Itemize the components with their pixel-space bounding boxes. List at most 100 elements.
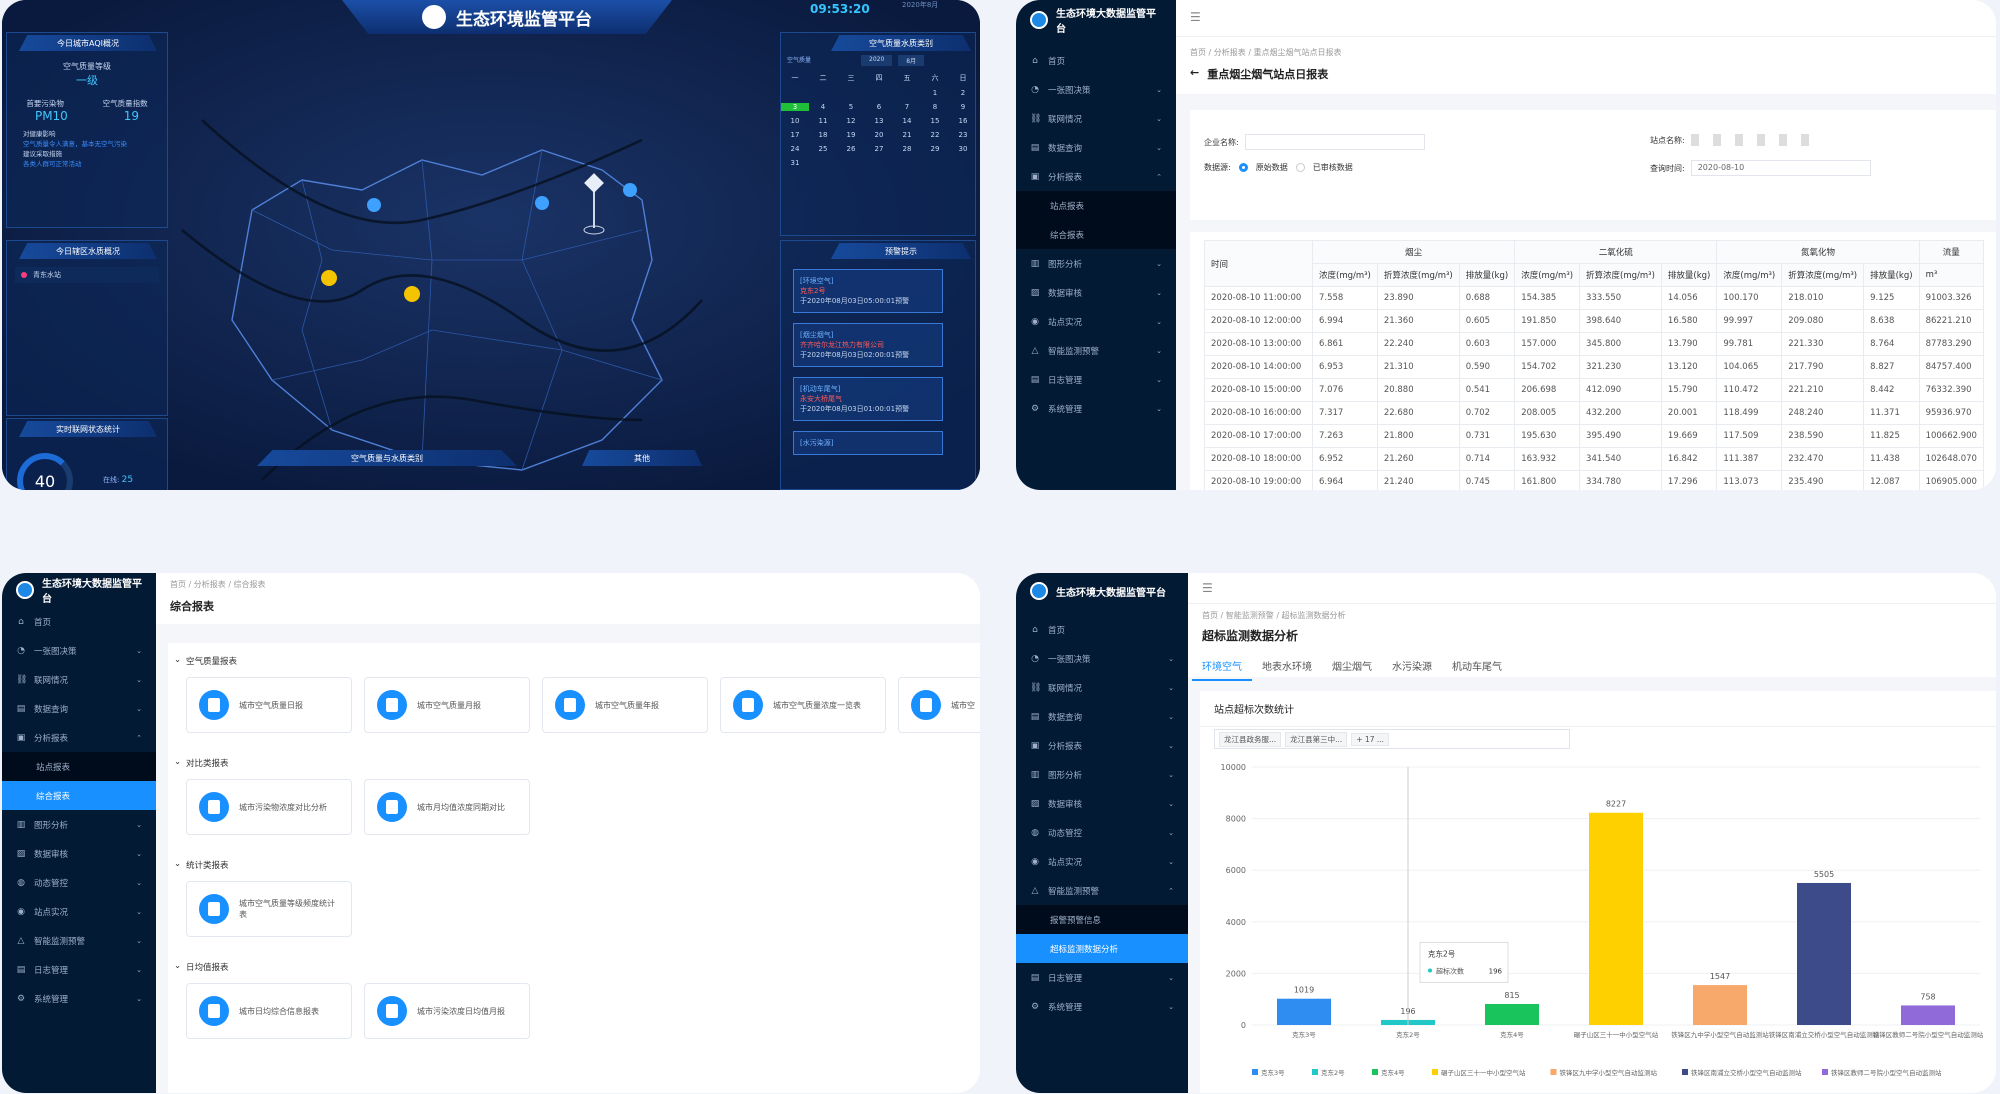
collapse-chevron-icon[interactable]: ⌄	[174, 961, 181, 971]
calendar-day[interactable]: 22	[921, 131, 949, 139]
map-marker[interactable]	[623, 183, 637, 197]
month-select[interactable]: 8月	[898, 55, 925, 66]
sidebar-item[interactable]: △ 智能监测预警 ⌄	[2, 926, 156, 955]
calendar-day[interactable]: 29	[921, 145, 949, 153]
calendar-day[interactable]: 16	[949, 117, 977, 125]
report-tile[interactable]: 城市空气质量浓度一览表	[720, 677, 886, 733]
bar[interactable]	[1485, 1003, 1539, 1025]
sidebar-item[interactable]: 站点报表	[2, 752, 156, 781]
calendar-day[interactable]: 20	[865, 131, 893, 139]
calendar-day[interactable]: 30	[949, 145, 977, 153]
radio-audited[interactable]	[1295, 163, 1305, 172]
sidebar-item[interactable]: ▥ 图形分析 ⌄	[2, 810, 156, 839]
sidebar-item[interactable]: △ 智能监测预警 ⌄	[1016, 336, 1176, 365]
water-station[interactable]: 青东水站	[33, 270, 61, 280]
report-tile[interactable]: 城市污染物浓度对比分析	[186, 779, 352, 835]
report-tile[interactable]: 城市空气质量月报	[364, 677, 530, 733]
calendar-day[interactable]: 9	[949, 103, 977, 111]
sidebar-item[interactable]: ◔ 一张图决策 ⌄	[1016, 75, 1176, 104]
report-tile[interactable]: 城市月均值浓度同期对比	[364, 779, 530, 835]
sidebar-item[interactable]: ▨ 数据审核 ⌄	[2, 839, 156, 868]
table-row[interactable]: 2020-08-10 17:00:00 7.263 21.800 0.731 195.6…	[1204, 424, 1984, 448]
warning-item[interactable]: [水污染源]	[793, 431, 943, 455]
map-marker[interactable]	[535, 196, 549, 210]
sidebar-item[interactable]: ▥ 图形分析 ⌄	[1016, 249, 1176, 278]
sidebar-item[interactable]: ◉ 站点实况 ⌄	[1016, 307, 1176, 336]
calendar-day[interactable]: 13	[865, 117, 893, 125]
sidebar-item[interactable]: 综合报表	[1016, 220, 1176, 249]
tab-item[interactable]: 机动车尾气	[1442, 658, 1512, 681]
legend-label[interactable]: 克东2号	[1321, 1068, 1345, 1077]
calendar-day[interactable]: 24	[781, 145, 809, 153]
report-tile[interactable]: 城市空气质量年报	[542, 677, 708, 733]
sidebar-item[interactable]: 报警预警信息	[1016, 905, 1188, 934]
calendar-day[interactable]: 5	[837, 103, 865, 111]
company-select[interactable]	[1244, 134, 1425, 150]
sidebar-item[interactable]: 综合报表	[2, 781, 156, 810]
calendar-day[interactable]: 21	[893, 131, 921, 139]
back-icon[interactable]: ←	[1190, 66, 1199, 82]
sidebar-item[interactable]: ⌂ 首页	[1016, 46, 1176, 75]
calendar-day[interactable]: 4	[809, 103, 837, 111]
section-title[interactable]: 统计类报表	[186, 859, 229, 871]
sidebar-item[interactable]: ◔ 一张图决策 ⌄	[1016, 644, 1188, 673]
sidebar-item[interactable]: ▤ 数据查询 ⌄	[1016, 133, 1176, 162]
tab-item[interactable]: 环境空气	[1192, 658, 1252, 681]
radio-raw[interactable]	[1238, 163, 1248, 172]
sidebar-item[interactable]: ▤ 数据查询 ⌄	[2, 694, 156, 723]
calendar-day[interactable]: 23	[949, 131, 977, 139]
tab-item[interactable]: 地表水环境	[1252, 658, 1322, 681]
calendar-day[interactable]: 7	[893, 103, 921, 111]
map-marker-warning[interactable]	[321, 270, 337, 286]
warning-item[interactable]: [机动车尾气] 永安大桥尾气 于2020年08月03日01:00:01预警	[793, 377, 943, 421]
sidebar-item[interactable]: ⌂ 首页	[2, 607, 156, 636]
calendar-day[interactable]	[893, 89, 921, 97]
sidebar-item[interactable]: ⚙ 系统管理 ⌄	[1016, 394, 1176, 423]
calendar-day[interactable]	[837, 89, 865, 97]
report-tile[interactable]: 城市空气质量等级频度统计表	[186, 881, 352, 937]
section-title[interactable]: 日均值报表	[186, 961, 229, 973]
table-row[interactable]: 2020-08-10 14:00:00 6.953 21.310 0.590 154.7…	[1204, 355, 1984, 379]
bar[interactable]	[1589, 812, 1643, 1025]
calendar-day[interactable]: 25	[809, 145, 837, 153]
sidebar-item[interactable]: ◍ 动态管控 ⌄	[1016, 818, 1188, 847]
legend-label[interactable]: 克东4号	[1381, 1068, 1405, 1077]
date-picker[interactable]: 2020-08-10	[1690, 160, 1871, 176]
calendar-day[interactable]	[781, 89, 809, 97]
bar[interactable]	[1693, 985, 1747, 1025]
report-tile[interactable]: 城市空	[898, 677, 980, 733]
bar[interactable]	[1277, 998, 1331, 1025]
table-row[interactable]: 2020-08-10 18:00:00 6.952 21.260 0.714 163.9…	[1204, 447, 1984, 471]
sidebar-item[interactable]: ⛓ 联网情况 ⌄	[2, 665, 156, 694]
calendar-day[interactable]: 10	[781, 117, 809, 125]
bottom-tab-other[interactable]: 其他	[582, 450, 702, 466]
calendar-day[interactable]: 28	[893, 145, 921, 153]
sidebar-item[interactable]: ▨ 数据审核 ⌄	[1016, 789, 1188, 818]
table-row[interactable]: 2020-08-10 13:00:00 6.861 22.240 0.603 157.0…	[1204, 332, 1984, 356]
sidebar-item[interactable]: 超标监测数据分析	[1016, 934, 1188, 963]
table-row[interactable]: 2020-08-10 19:00:00 6.964 21.240 0.745 161.8…	[1204, 470, 1984, 490]
sidebar-item[interactable]: ▤ 日志管理 ⌄	[1016, 963, 1188, 992]
calendar-day[interactable]: 8	[921, 103, 949, 111]
calendar-day[interactable]: 17	[781, 131, 809, 139]
map-marker-warning[interactable]	[404, 286, 420, 302]
calendar-day[interactable]	[865, 89, 893, 97]
collapse-icon[interactable]: ☰	[1176, 0, 1996, 36]
sidebar-item[interactable]: ⚙ 系统管理 ⌄	[2, 984, 156, 1013]
calendar-day[interactable]: 26	[837, 145, 865, 153]
collapse-chevron-icon[interactable]: ⌄	[174, 859, 181, 869]
sidebar-item[interactable]: ▤ 日志管理 ⌄	[1016, 365, 1176, 394]
bar[interactable]	[1797, 882, 1851, 1025]
calendar-day[interactable]: 31	[781, 159, 809, 167]
legend-label[interactable]: 铁锋区教师二号院小型空气自动监测站	[1831, 1068, 1942, 1077]
sidebar-item[interactable]: ◉ 站点实况 ⌄	[2, 897, 156, 926]
year-select[interactable]: 2020	[861, 55, 893, 66]
sidebar-item[interactable]: ⛓ 联网情况 ⌄	[1016, 104, 1176, 133]
table-row[interactable]: 2020-08-10 15:00:00 7.076 20.880 0.541 206.6…	[1204, 378, 1984, 402]
calendar-day[interactable]: 12	[837, 117, 865, 125]
legend-label[interactable]: 铁锋区九中学小型空气自动监测站	[1560, 1068, 1658, 1077]
table-row[interactable]: 2020-08-10 11:00:00 7.558 23.890 0.688 154.3…	[1204, 286, 1984, 310]
tab-item[interactable]: 水污染源	[1382, 658, 1442, 681]
section-title[interactable]: 空气质量报表	[186, 655, 237, 667]
sidebar-item[interactable]: ◍ 动态管控 ⌄	[2, 868, 156, 897]
